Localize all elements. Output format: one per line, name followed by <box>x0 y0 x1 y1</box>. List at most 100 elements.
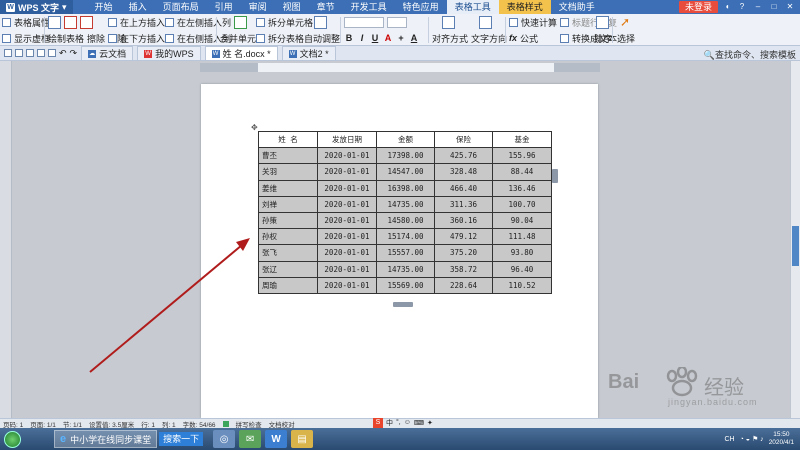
status-item[interactable]: 文档校对 <box>269 419 295 429</box>
table-cell[interactable]: 2020-01-01 <box>317 147 377 165</box>
erase-button[interactable]: 擦除 <box>87 32 105 45</box>
table-cell[interactable]: 姜维 <box>258 179 318 197</box>
column-header[interactable]: 发放日期 <box>317 130 377 149</box>
table-properties-button[interactable]: 表格属性 <box>2 14 50 30</box>
table-cell[interactable]: 111.48 <box>492 228 552 246</box>
save-icon[interactable] <box>15 49 23 57</box>
ime-item[interactable]: ☺ <box>404 419 411 426</box>
table-cell[interactable]: 14735.00 <box>376 195 435 213</box>
clock[interactable]: 15:50 2020/4/1 <box>769 431 794 447</box>
tab-document-1[interactable]: W姓 名.docx * <box>204 46 278 60</box>
table-cell[interactable]: 110.52 <box>492 276 552 294</box>
open-icon[interactable] <box>4 49 12 57</box>
table-cell[interactable]: 136.46 <box>492 179 552 197</box>
skin-icon[interactable]: ◐ <box>722 1 734 13</box>
redo-icon[interactable]: ↷ <box>70 48 78 59</box>
start-button[interactable] <box>0 428 24 450</box>
column-header[interactable]: 姓 名 <box>258 130 318 149</box>
table-cell[interactable]: 2020-01-01 <box>317 195 377 213</box>
table-cell[interactable]: 96.40 <box>492 260 552 278</box>
font-size-select[interactable] <box>387 16 407 28</box>
table-cell[interactable]: 曹丕 <box>258 147 318 165</box>
table-cell[interactable]: 375.20 <box>434 244 493 262</box>
draw-table-button[interactable]: 绘制表格 <box>48 32 84 45</box>
export-icon[interactable] <box>48 49 56 57</box>
menu-tab-9[interactable]: 表格工具 <box>446 0 499 14</box>
menu-tab-7[interactable]: 开发工具 <box>343 0 395 14</box>
add-row-handle[interactable] <box>393 302 413 307</box>
table-cell[interactable]: 2020-01-01 <box>317 179 377 197</box>
italic-button[interactable]: I <box>357 33 367 43</box>
table-cell[interactable]: 155.96 <box>492 147 552 165</box>
menu-tab-2[interactable]: 页面布局 <box>155 0 207 14</box>
vertical-scrollbar[interactable] <box>790 61 800 418</box>
menu-tab-8[interactable]: 特色应用 <box>395 0 447 14</box>
column-header[interactable]: 金额 <box>376 130 435 149</box>
table-cell[interactable]: 15174.00 <box>376 228 435 246</box>
table-cell[interactable]: 2020-01-01 <box>317 276 377 294</box>
ime-item[interactable]: 中 <box>386 418 393 428</box>
scroll-thumb[interactable] <box>792 226 799 266</box>
app-menu-button[interactable]: W WPS 文字 ▾ <box>0 0 73 14</box>
align-button[interactable]: 对齐方式 <box>432 32 468 45</box>
table-cell[interactable]: 关羽 <box>258 163 318 181</box>
table-cell[interactable]: 2020-01-01 <box>317 211 377 230</box>
print-icon[interactable] <box>26 49 34 57</box>
table-cell[interactable]: 15557.00 <box>376 244 435 262</box>
table-cell[interactable]: 孙策 <box>258 211 318 230</box>
taskbar-folder-icon[interactable]: ▤ <box>291 430 314 448</box>
menu-tab-0[interactable]: 开始 <box>87 0 121 14</box>
table-cell[interactable]: 15569.00 <box>376 276 435 294</box>
select-button[interactable]: 选择 <box>617 30 635 46</box>
tab-my-wps[interactable]: W 我的WPS <box>137 46 201 60</box>
taskbar-search-button[interactable]: 搜索一下 <box>159 432 204 446</box>
menu-tab-11[interactable]: 文档助手 <box>551 0 603 14</box>
menu-tab-10[interactable]: 表格样式 <box>498 0 551 14</box>
table-cell[interactable]: 90.04 <box>492 211 552 230</box>
table-cell[interactable]: 孙权 <box>258 228 318 246</box>
salary-table[interactable]: 姓 名发放日期 金额 保险 基金 曹丕 2020-01-01 17398.00 425.76… <box>258 130 552 294</box>
ime-item[interactable]: °, <box>396 419 401 426</box>
add-column-handle[interactable] <box>552 169 558 183</box>
table-cell[interactable]: 16398.00 <box>376 179 435 197</box>
table-cell[interactable]: 328.48 <box>434 163 493 181</box>
ime-item[interactable]: ✦ <box>427 419 433 427</box>
menu-tab-1[interactable]: 插入 <box>121 0 155 14</box>
help-icon[interactable]: ? <box>736 1 748 13</box>
menu-tab-6[interactable]: 章节 <box>309 0 343 14</box>
column-header[interactable]: 基金 <box>492 130 552 149</box>
menu-tab-4[interactable]: 审阅 <box>241 0 275 14</box>
table-cell[interactable]: 2020-01-01 <box>317 260 377 278</box>
show-gridlines-button[interactable]: 显示虚框 <box>2 30 50 46</box>
formula-button[interactable]: fx 公式 <box>509 30 557 46</box>
table-cell[interactable]: 425.76 <box>434 147 493 165</box>
close-icon[interactable]: ✕ <box>784 1 796 13</box>
table-cell[interactable]: 刘禅 <box>258 195 318 213</box>
undo-icon[interactable]: ↶ <box>59 48 67 59</box>
table-cell[interactable]: 2020-01-01 <box>317 163 377 181</box>
table-cell[interactable]: 2020-01-01 <box>317 244 377 262</box>
table-cell[interactable]: 2020-01-01 <box>317 228 377 246</box>
text-direction-button[interactable]: 文字方向 <box>471 32 507 45</box>
sort-button[interactable]: 排序 <box>594 30 612 46</box>
table-cell[interactable]: 479.12 <box>434 228 493 246</box>
command-search[interactable]: 🔍查找命令、搜索模板 <box>704 48 796 61</box>
taskbar-wechat-icon[interactable]: ✉ <box>239 430 262 448</box>
font-color-button[interactable]: A <box>383 33 393 43</box>
status-item[interactable]: 拼写检查 <box>236 419 262 429</box>
table-cell[interactable]: 14547.00 <box>376 163 435 181</box>
ime-toolbar[interactable]: S 中 °, ☺ ⌨ ✦ <box>373 417 433 428</box>
minimize-icon[interactable]: – <box>752 1 764 13</box>
table-cell[interactable]: 358.72 <box>434 260 493 278</box>
menu-tab-5[interactable]: 视图 <box>275 0 309 14</box>
menu-tab-3[interactable]: 引用 <box>207 0 241 14</box>
text-effect-button[interactable]: + <box>396 33 406 43</box>
quick-calc-button[interactable]: 快速计算 <box>509 14 557 30</box>
autofit-button[interactable]: 自动调整 <box>304 30 340 46</box>
underline-button[interactable]: U <box>370 33 380 43</box>
table-cell[interactable]: 14735.00 <box>376 260 435 278</box>
table-cell[interactable]: 93.80 <box>492 244 552 262</box>
taskbar-ie-search[interactable]: e 中小学在线同步课堂 <box>54 430 158 448</box>
table-cell[interactable]: 88.44 <box>492 163 552 181</box>
highlight-button[interactable]: A <box>409 33 419 43</box>
